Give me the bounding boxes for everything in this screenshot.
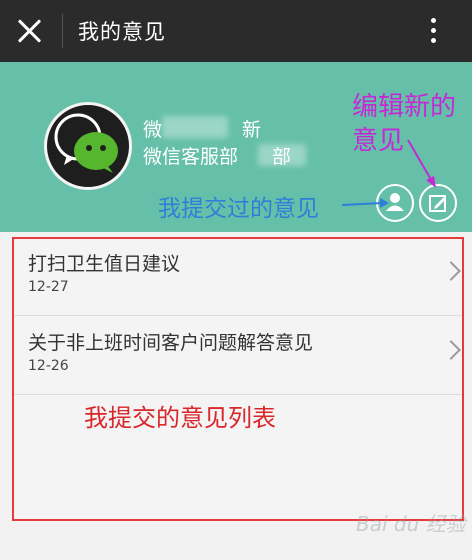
feedback-list: 打扫卫生值日建议 12-27 关于非上班时间客户问题解答意见 12-26 (12, 237, 464, 520)
person-icon (386, 193, 404, 211)
close-icon[interactable] (12, 14, 46, 48)
blurred-redaction (258, 144, 306, 166)
more-options-icon[interactable] (424, 14, 444, 48)
chevron-right-icon (441, 261, 461, 281)
annotation-edit-new: 编辑新的 (352, 92, 457, 122)
annotation-my-submitted: 我提交过的意见 (158, 196, 319, 222)
list-item[interactable]: 关于非上班时间客户问题解答意见 12-26 (12, 316, 464, 395)
edit-icon (429, 195, 446, 212)
title-divider (62, 14, 63, 48)
annotation-list-note: 我提交的意见列表 (84, 404, 276, 432)
edit-new-feedback-button[interactable] (419, 184, 457, 222)
list-item[interactable]: 打扫卫生值日建议 12-27 (12, 237, 464, 316)
wechat-logo-icon (54, 113, 118, 173)
watermark: Bai du 经验 (356, 512, 466, 536)
feedback-title: 关于非上班时间客户问题解答意见 (28, 332, 314, 354)
feedback-date: 12-27 (28, 279, 69, 295)
my-feedback-button[interactable] (376, 184, 414, 222)
feedback-date: 12-26 (28, 358, 69, 374)
feedback-title: 打扫卫生值日建议 (28, 253, 181, 275)
avatar (44, 102, 132, 190)
chevron-right-icon (441, 340, 461, 360)
blurred-redaction (162, 116, 228, 138)
title-bar: 我的意见 (0, 0, 472, 62)
page-title: 我的意见 (78, 20, 166, 44)
annotation-edit-new-2: 意见 (352, 126, 405, 156)
